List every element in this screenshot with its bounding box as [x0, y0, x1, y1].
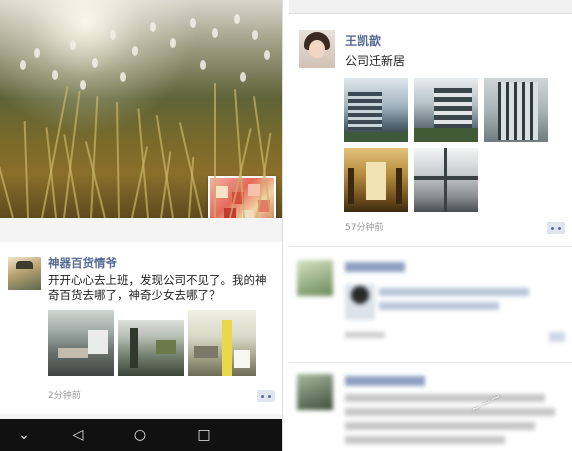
right-moments-screen: 王凯歆 公司迁新居 57分钟前: [289, 0, 572, 451]
reed-tuft: [132, 46, 138, 56]
post-photo-1[interactable]: [344, 78, 408, 142]
reed-tuft: [52, 70, 58, 80]
left-moments-screen: 神器百货情爷 开开心心去上班，发现公司不见了。我的神奇百货去哪了，神奇少女去哪了…: [0, 0, 283, 451]
grass-stalk: [63, 90, 81, 218]
reed-tuft: [120, 72, 126, 82]
grass-stalk: [155, 115, 174, 218]
reed-tuft: [110, 30, 116, 40]
reed-tuft: [240, 72, 246, 82]
grass-stalk: [0, 159, 14, 218]
back-icon[interactable]: ◁: [68, 427, 88, 443]
reed-tuft: [234, 14, 240, 24]
home-icon[interactable]: ○: [130, 427, 150, 443]
reed-tuft: [264, 50, 270, 60]
reed-tuft: [150, 22, 156, 32]
reed-tuft: [252, 30, 258, 40]
reed-tuft: [92, 58, 98, 68]
chevron-down-icon[interactable]: ⌄: [14, 427, 34, 443]
grass-stalk: [90, 96, 99, 218]
post-photo-4[interactable]: [344, 148, 408, 212]
grass-stalk: [115, 102, 120, 218]
author-avatar[interactable]: [8, 257, 41, 290]
grass-stalk: [214, 83, 216, 218]
post-photo-1[interactable]: [48, 310, 114, 376]
reed-tuft: [190, 18, 196, 28]
grass-stalk: [84, 141, 106, 218]
comment-more-button[interactable]: [257, 390, 275, 402]
reed-tuft: [20, 60, 26, 70]
blurred-post: [297, 258, 567, 358]
post-divider: [289, 246, 572, 247]
reed-tuft: [212, 28, 218, 38]
moment-post: 神器百货情爷 开开心心去上班，发现公司不见了。我的神奇百货去哪了，神奇少女去哪了…: [0, 242, 282, 414]
author-avatar[interactable]: [299, 30, 335, 68]
recents-icon[interactable]: □: [194, 427, 214, 443]
author-name[interactable]: 神器百货情爷: [48, 255, 117, 271]
reed-tuft: [200, 60, 206, 70]
blurred-post: [297, 372, 567, 451]
top-bar: [289, 0, 572, 14]
author-name[interactable]: 王凯歆: [345, 32, 381, 49]
android-nav-bar: ⌄ ◁ ○ □: [0, 419, 282, 451]
cover-image[interactable]: [0, 0, 282, 218]
post-photo-2[interactable]: [118, 310, 184, 376]
reed-tuft: [70, 40, 76, 50]
post-text: 公司迁新居: [345, 54, 406, 68]
comment-more-button[interactable]: [547, 222, 565, 234]
post-photo-2[interactable]: [414, 78, 478, 142]
reed-tuft: [80, 80, 86, 90]
grass-stalk: [23, 121, 29, 218]
post-time: 2分钟前: [48, 391, 81, 401]
post-time: 57分钟前: [345, 223, 384, 233]
post-photo-5[interactable]: [414, 148, 478, 212]
post-text: 开开心心去上班，发现公司不见了。我的神奇百货去哪了，神奇少女去哪了？: [48, 273, 267, 302]
screenshot-root: 神器百货情爷 开开心心去上班，发现公司不见了。我的神奇百货去哪了，神奇少女去哪了…: [0, 0, 572, 451]
post-divider: [289, 362, 572, 363]
post-photo-3[interactable]: [484, 78, 548, 142]
grass-stalk: [137, 108, 149, 218]
post-photo-3[interactable]: [188, 310, 256, 376]
reed-tuft: [34, 48, 40, 58]
reed-tuft: [170, 38, 176, 48]
